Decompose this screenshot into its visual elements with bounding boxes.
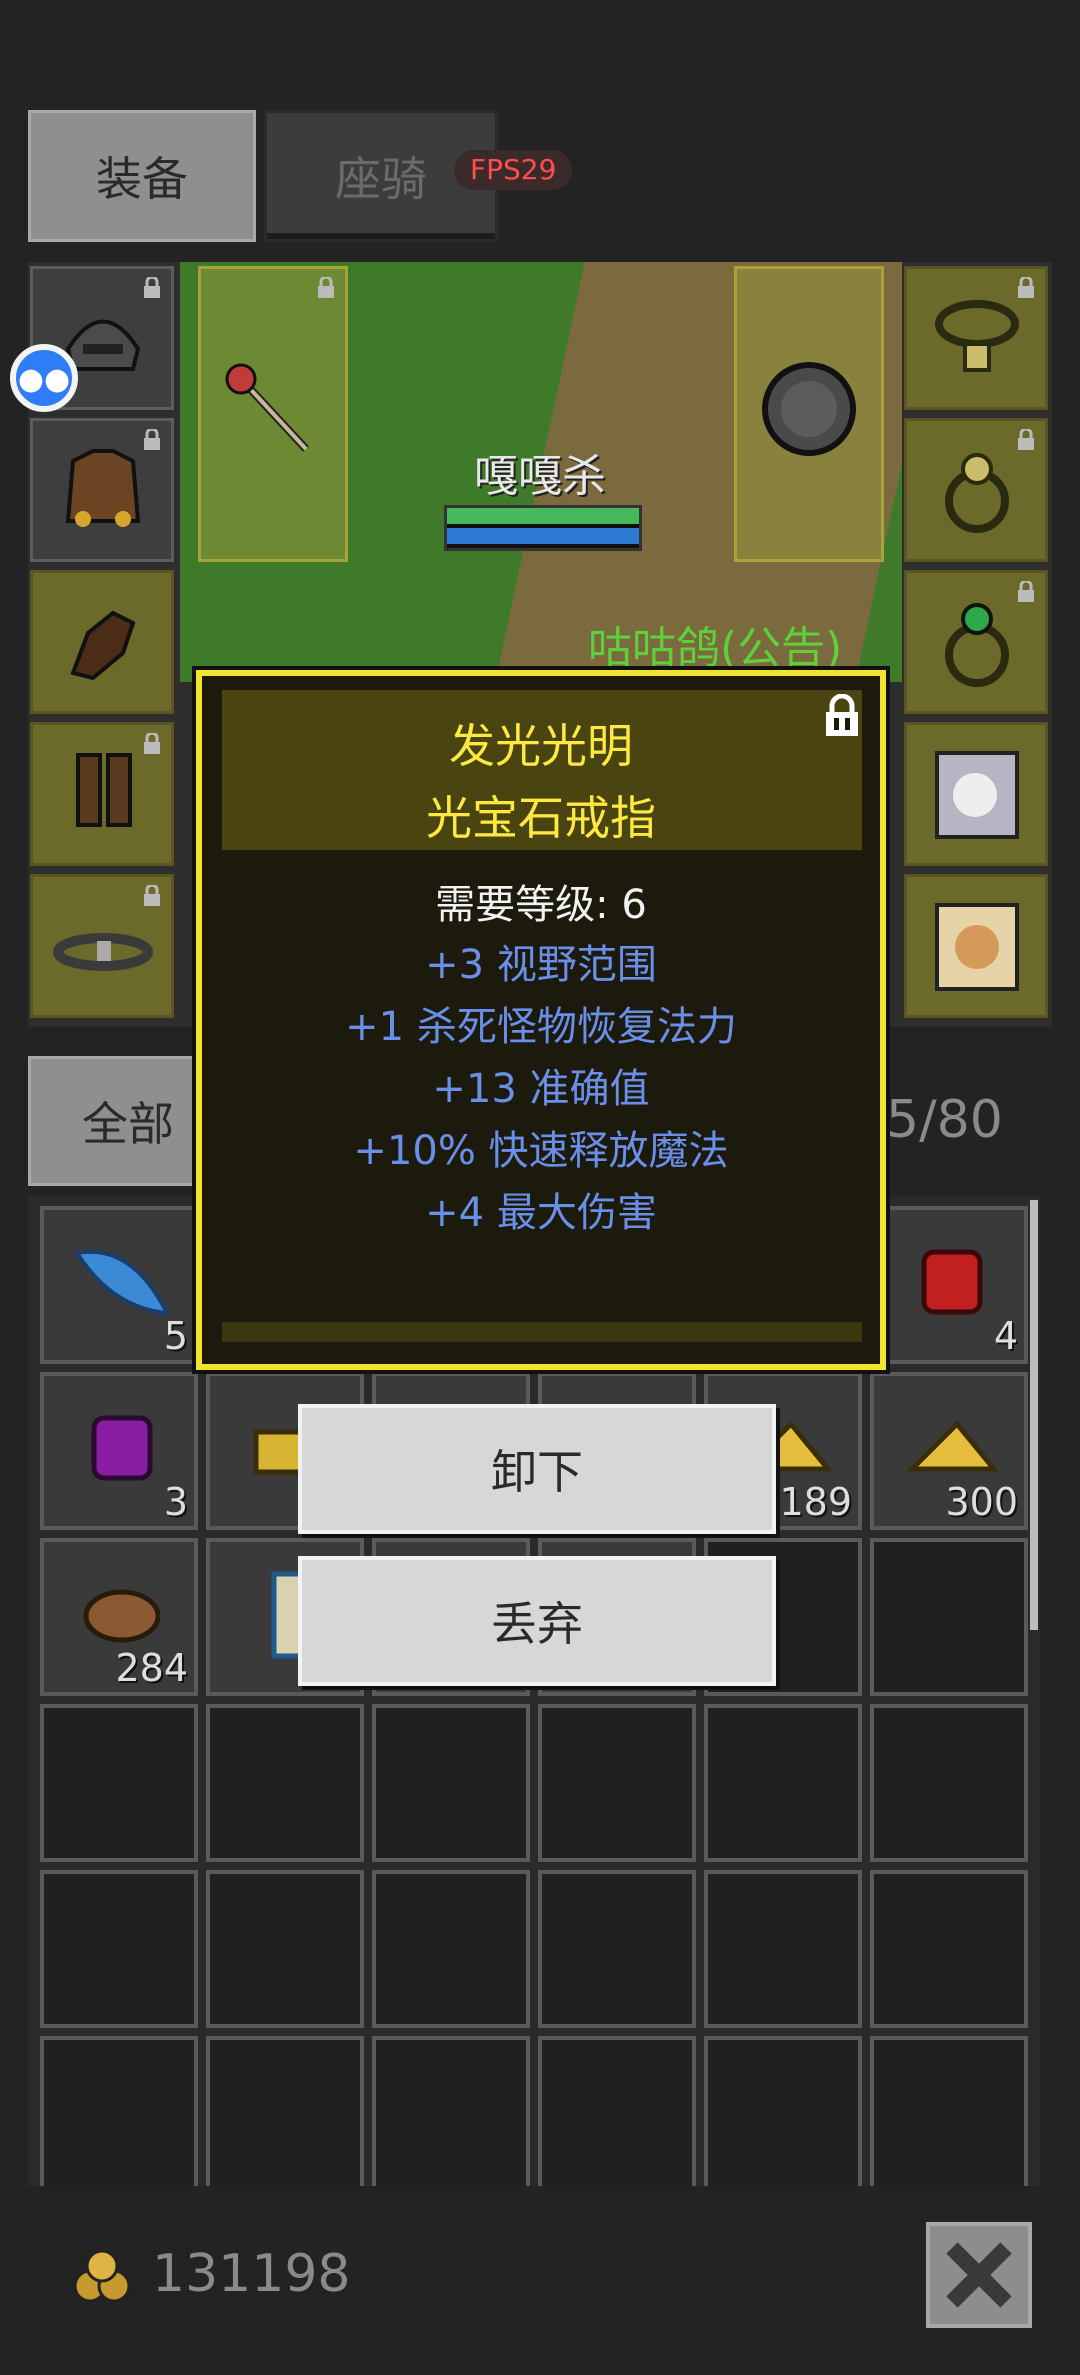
inventory-slot[interactable]: 5 [40, 1206, 198, 1364]
inventory-scrollbar[interactable] [1030, 1200, 1038, 1630]
chat-bubble-icon[interactable]: ●● [10, 344, 78, 412]
item-quantity: 4 [993, 1314, 1018, 1358]
player-status-bar [444, 505, 642, 551]
blue-feather-icon [72, 1238, 172, 1328]
item-stat: +13 准确值 [432, 1066, 650, 1112]
inventory-slot[interactable] [704, 1870, 862, 2028]
slot-pet-card[interactable] [904, 722, 1048, 866]
slot-armor[interactable] [30, 418, 174, 562]
item-quantity: 3 [163, 1480, 188, 1524]
lock-icon [141, 885, 163, 907]
belt-icon [53, 897, 153, 997]
inventory-slot[interactable]: 4 [870, 1206, 1028, 1364]
slot-weapon[interactable] [198, 266, 348, 562]
slot-necklace[interactable] [904, 266, 1048, 410]
close-icon [946, 2242, 1012, 2308]
inventory-slot[interactable] [40, 2036, 198, 2186]
gloves-icon [53, 593, 153, 693]
lock-icon [1015, 581, 1037, 603]
close-button[interactable] [926, 2222, 1032, 2328]
necklace-icon [927, 289, 1027, 389]
inventory-slot[interactable] [372, 1704, 530, 1862]
gold-amount: 131198 [152, 2244, 351, 2304]
item-quantity: 189 [779, 1480, 852, 1524]
lock-icon [1015, 277, 1037, 299]
item-stat: +3 视野范围 [425, 942, 657, 988]
inventory-slot[interactable] [538, 1870, 696, 2028]
emerald-ring-icon [927, 593, 1027, 693]
item-stat: +10% 快速释放魔法 [353, 1128, 729, 1174]
lock-icon [141, 429, 163, 451]
lock-icon [141, 733, 163, 755]
inventory-slot[interactable]: 3 [40, 1372, 198, 1530]
item-name-line2: 光宝石戒指 [426, 791, 656, 845]
item-stat: +1 杀死怪物恢复法力 [345, 1004, 737, 1050]
slot-ring-2[interactable] [904, 570, 1048, 714]
inventory-slot[interactable] [206, 2036, 364, 2186]
inventory-slot[interactable] [870, 1538, 1028, 1696]
inventory-slot[interactable]: 300 [870, 1372, 1028, 1530]
inventory-slot[interactable] [870, 1870, 1028, 2028]
cat-card-icon [927, 897, 1027, 997]
pet-card-icon [927, 745, 1027, 845]
lock-icon [1015, 429, 1037, 451]
lock-icon[interactable] [822, 693, 862, 738]
red-gem-icon [902, 1238, 1002, 1328]
item-stat: +4 最大伤害 [425, 1190, 657, 1236]
fps-counter: FPS29 [454, 150, 573, 190]
inventory-slot[interactable]: 284 [40, 1538, 198, 1696]
inventory-slot[interactable] [704, 1704, 862, 1862]
unequip-button[interactable]: 卸下 [298, 1404, 776, 1534]
inventory-slot[interactable] [40, 1870, 198, 2028]
discard-button[interactable]: 丢弃 [298, 1556, 776, 1686]
item-tooltip: 发光光明 光宝石戒指 需要等级: 6 +3 视野范围 +1 杀死怪物恢复法力 +… [196, 670, 886, 1370]
item-quantity: 284 [115, 1646, 188, 1690]
inventory-slot[interactable] [538, 2036, 696, 2186]
item-level-requirement: 需要等级: 6 [435, 882, 647, 928]
slot-gloves[interactable] [30, 570, 174, 714]
inventory-slot[interactable] [206, 1870, 364, 2028]
slot-shield[interactable] [734, 266, 884, 562]
armor-icon [53, 441, 153, 541]
staff-icon [221, 359, 321, 459]
item-name-line1: 发光光明 [449, 719, 633, 773]
inventory-slot[interactable] [538, 1704, 696, 1862]
inventory-slot[interactable] [206, 1704, 364, 1862]
gold-coins-icon [70, 2248, 134, 2304]
inventory-slot[interactable] [870, 1704, 1028, 1862]
slot-belt[interactable] [30, 874, 174, 1018]
tab-equip[interactable]: 装备 [28, 110, 256, 242]
npc-name: 咕咕鸽(公告) [588, 623, 843, 674]
inventory-slot[interactable] [704, 2036, 862, 2186]
shield-icon [759, 359, 859, 459]
hp-bar [447, 508, 639, 524]
lock-icon [141, 277, 163, 299]
item-quantity: 300 [945, 1480, 1018, 1524]
player-name: 嘎嘎杀 [474, 451, 606, 502]
inventory-slot[interactable] [372, 1870, 530, 2028]
slot-ring-1[interactable] [904, 418, 1048, 562]
boots-icon [53, 745, 153, 845]
slot-boots[interactable] [30, 722, 174, 866]
mp-bar [447, 528, 639, 544]
slot-cat-card[interactable] [904, 874, 1048, 1018]
purple-gem-icon [72, 1404, 172, 1494]
inventory-slot[interactable] [870, 2036, 1028, 2186]
inventory-slot[interactable] [372, 2036, 530, 2186]
item-quantity: 5 [163, 1314, 188, 1358]
inventory-capacity: 5/80 [886, 1090, 1003, 1150]
lock-icon [315, 277, 337, 299]
ring-icon [927, 441, 1027, 541]
inventory-slot[interactable] [40, 1704, 198, 1862]
